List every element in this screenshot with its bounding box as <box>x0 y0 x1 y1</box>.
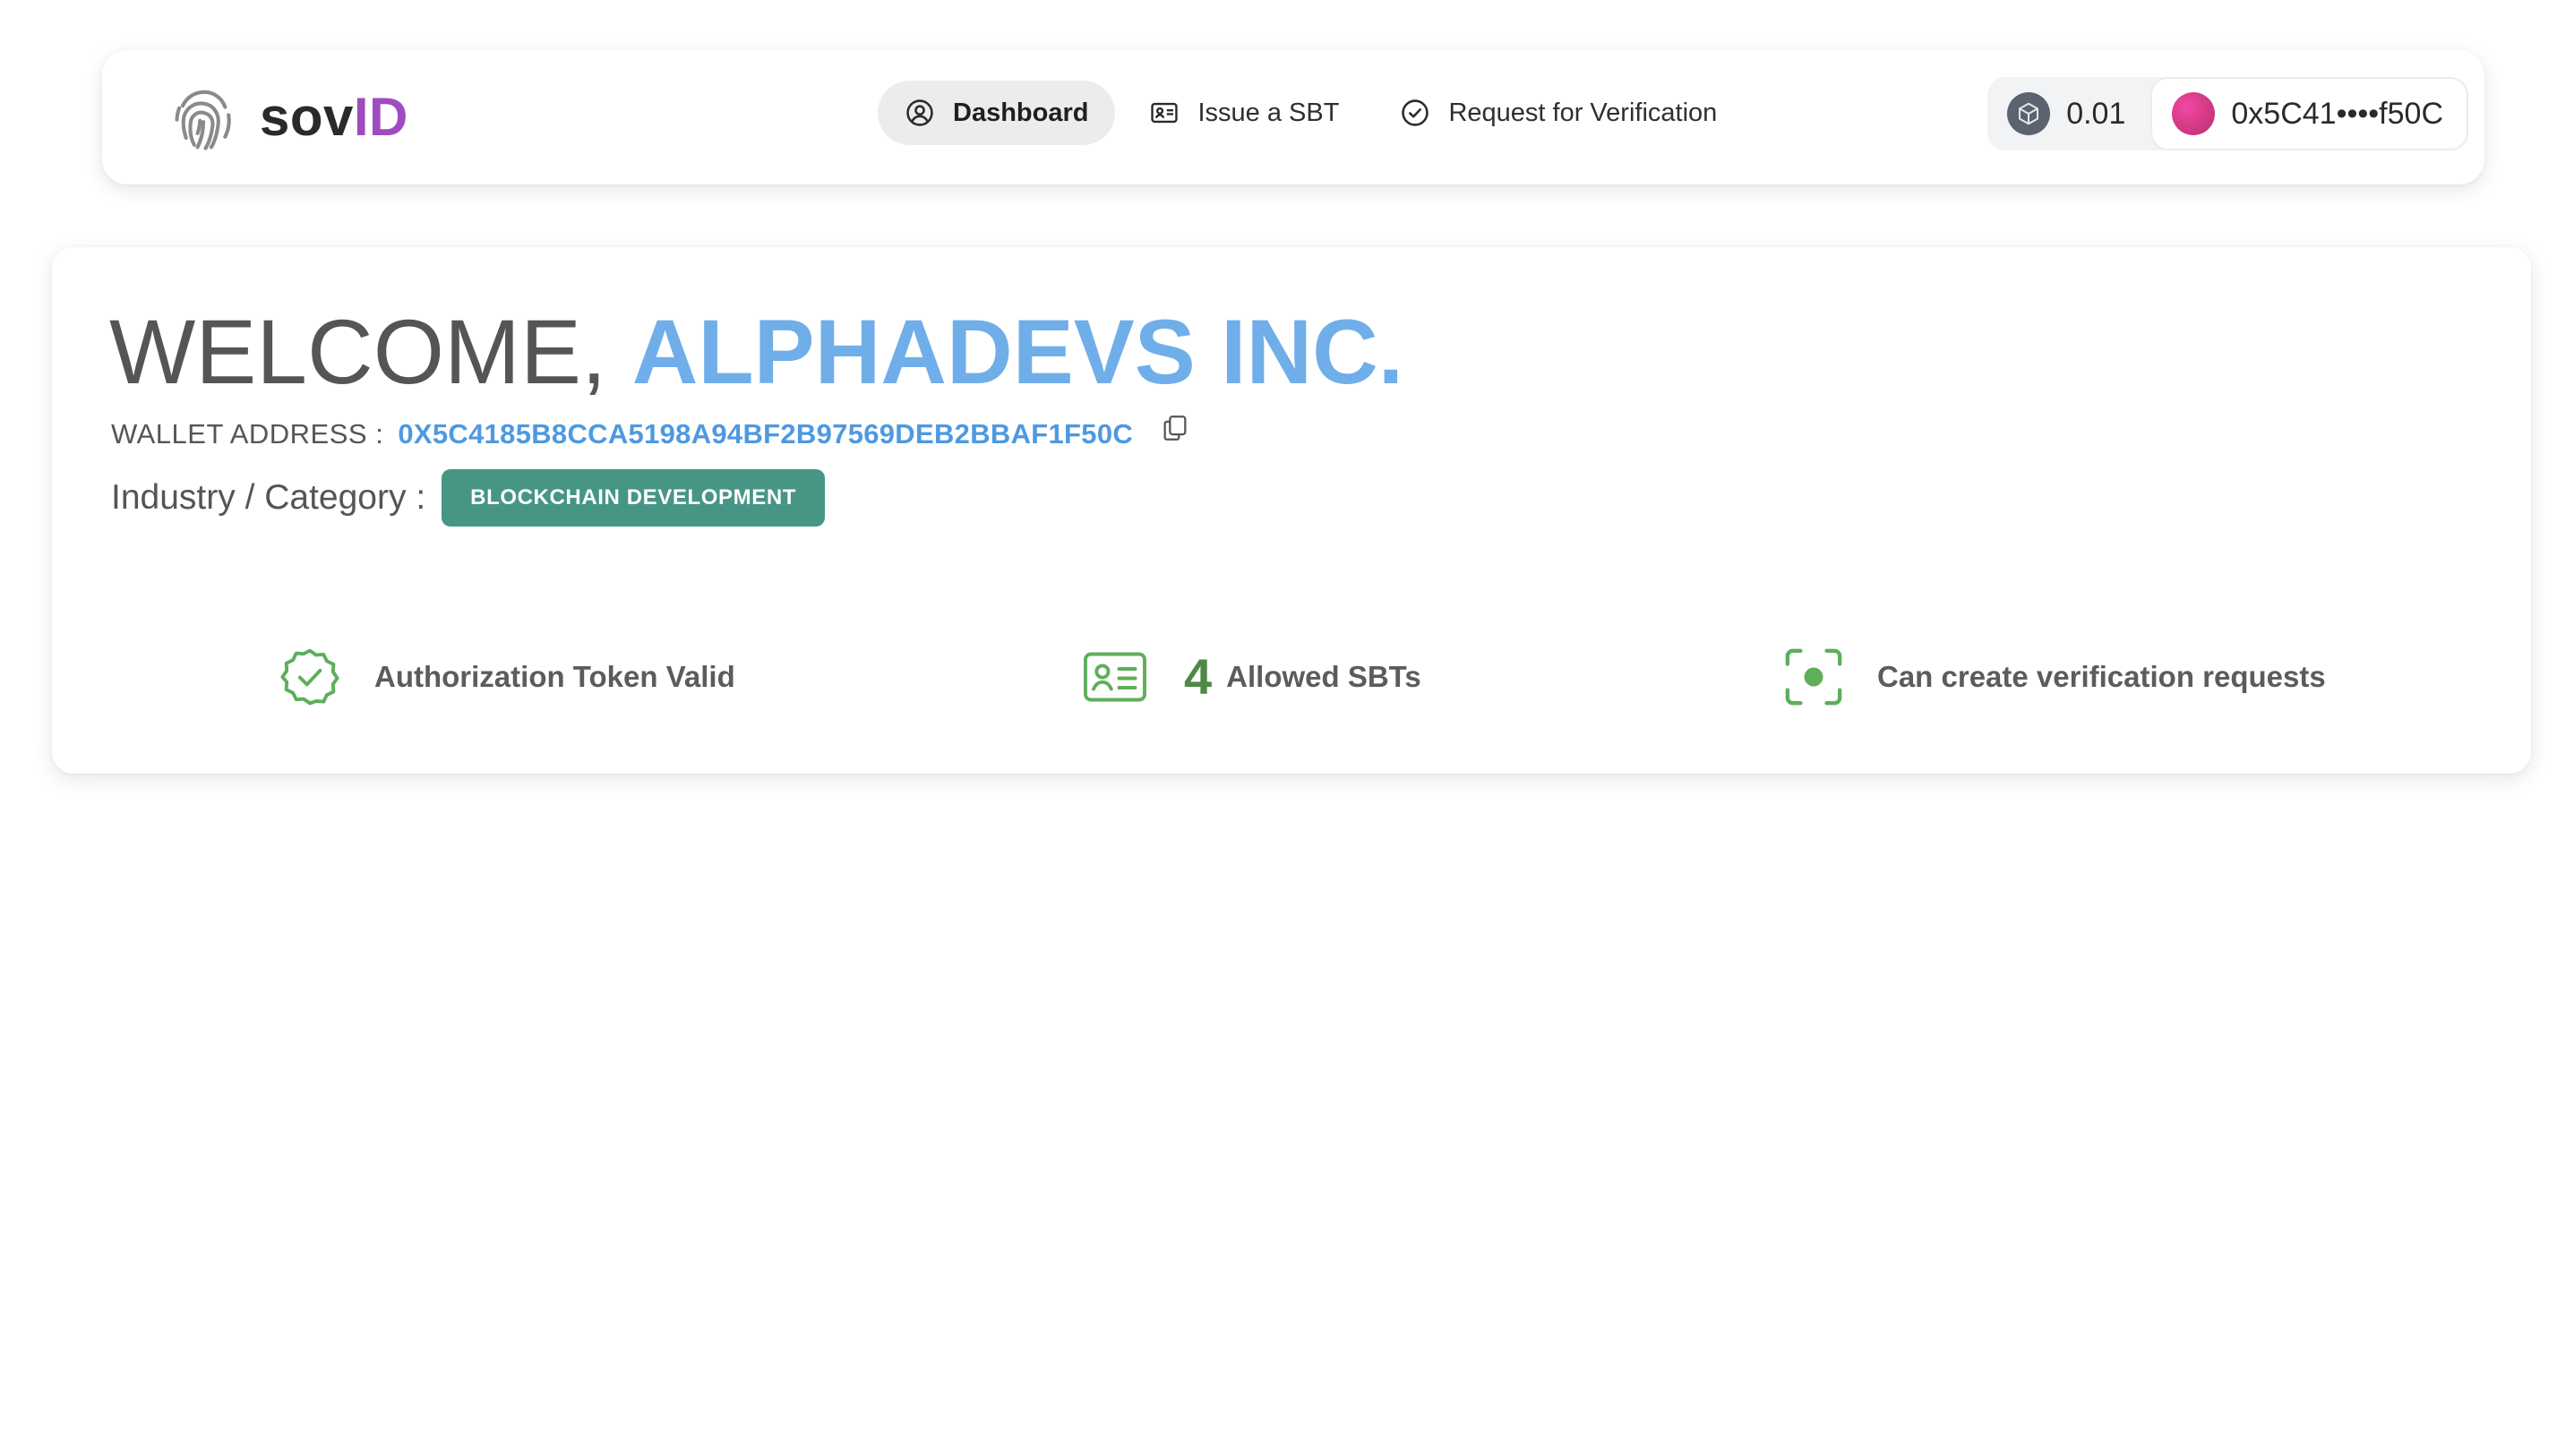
account-address: 0x5C41••••f50C <box>2231 96 2443 131</box>
id-card-icon <box>1151 102 1179 124</box>
nav-dashboard-label: Dashboard <box>953 98 1089 127</box>
stat-authorization: Authorization Token Valid <box>278 641 735 713</box>
brand-name-suffix: ID <box>353 87 408 147</box>
wallet-address-value: 0X5C4185B8CCA5198A94BF2B97569DEB2BBAF1F5… <box>398 418 1134 450</box>
copy-icon[interactable] <box>1160 413 1190 443</box>
check-circle-icon <box>1402 99 1429 126</box>
stat-authorization-text: Authorization Token Valid <box>374 660 735 693</box>
wallet-address-row: WALLET ADDRESS : 0X5C4185B8CCA5198A94BF2… <box>111 414 1190 455</box>
wallet-address-label: WALLET ADDRESS : <box>111 418 384 450</box>
industry-badge: BLOCKCHAIN DEVELOPMENT <box>442 469 826 527</box>
nav-request-verification-label: Request for Verification <box>1448 98 1718 127</box>
main-nav: Dashboard Issue a SBT Request for Verifi… <box>878 81 1744 145</box>
top-navbar: sovID Dashboard Issue a SBT Request for … <box>102 50 2484 184</box>
account-button[interactable]: 0x5C41••••f50C <box>2150 77 2468 150</box>
stat-allowed-sbts-text: Allowed SBTs <box>1226 660 1421 693</box>
avatar <box>2172 92 2216 135</box>
balance-value: 0.01 <box>2066 96 2126 131</box>
industry-label: Industry / Category : <box>111 478 426 517</box>
allowed-sbts-count: 4 <box>1184 648 1213 705</box>
scan-focus-icon <box>1785 648 1842 706</box>
stat-allowed-sbts: 4 Allowed SBTs <box>1082 641 1421 713</box>
nav-dashboard[interactable]: Dashboard <box>878 81 1116 145</box>
welcome-heading: WELCOME, ALPHADEVS INC. <box>109 306 1403 398</box>
industry-row: Industry / Category : BLOCKCHAIN DEVELOP… <box>111 467 826 528</box>
user-circle-icon <box>906 99 933 126</box>
fingerprint-icon <box>175 90 231 150</box>
welcome-card: WELCOME, ALPHADEVS INC. WALLET ADDRESS :… <box>52 247 2531 774</box>
welcome-prefix: WELCOME, <box>109 301 632 403</box>
organization-name: ALPHADEVS INC. <box>631 301 1404 403</box>
nav-issue-sbt[interactable]: Issue a SBT <box>1122 81 1366 145</box>
stat-verification-text: Can create verification requests <box>1877 660 2326 693</box>
brand-logo[interactable]: sovID <box>167 75 408 159</box>
stat-verification: Can create verification requests <box>1782 641 2326 713</box>
id-card-icon <box>1084 652 1146 702</box>
network-balance-button[interactable]: 0.01 <box>1987 77 2150 150</box>
nav-issue-sbt-label: Issue a SBT <box>1197 98 1340 127</box>
verified-badge-icon <box>280 648 339 706</box>
wallet-widget: 0.01 0x5C41••••f50C <box>1987 77 2468 150</box>
eth-cube-icon <box>2007 92 2051 135</box>
brand-name-prefix: sov <box>260 87 354 147</box>
nav-request-verification[interactable]: Request for Verification <box>1373 81 1744 145</box>
